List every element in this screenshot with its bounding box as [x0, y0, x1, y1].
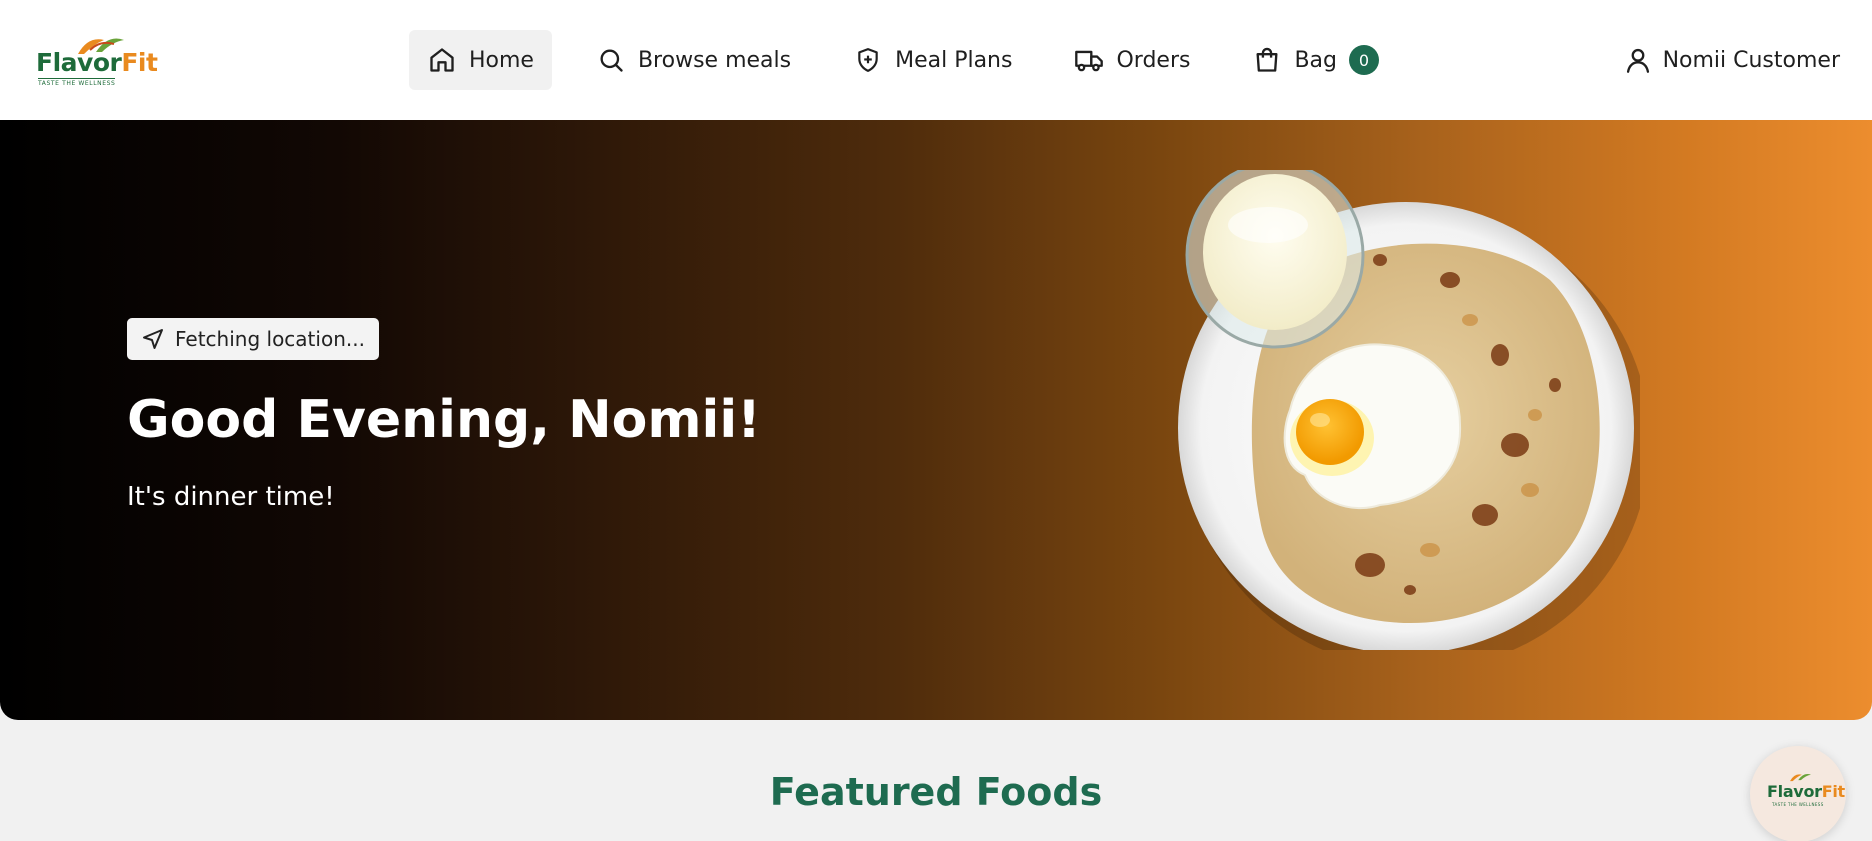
nav-label-bag: Bag	[1294, 47, 1337, 73]
fab-tagline: TASTE THE WELLNESS	[1772, 802, 1824, 807]
bag-count-badge: 0	[1349, 45, 1379, 75]
hero-food-image	[1178, 170, 1640, 650]
top-navbar: FlavorFit TASTE THE WELLNESS Home Browse…	[0, 0, 1872, 120]
nav-item-meal-plans[interactable]: Meal Plans	[835, 30, 1030, 90]
search-icon	[596, 45, 626, 75]
navigation-arrow-icon	[141, 327, 165, 351]
user-name: Nomii Customer	[1662, 47, 1840, 73]
floating-brand-button[interactable]: FlavorFit TASTE THE WELLNESS	[1750, 746, 1846, 841]
location-chip[interactable]: Fetching location...	[127, 318, 379, 360]
brand-logo[interactable]: FlavorFit TASTE THE WELLNESS	[36, 30, 158, 90]
user-icon	[1623, 45, 1653, 75]
nav-label-orders: Orders	[1116, 47, 1191, 73]
nav-item-orders[interactable]: Orders	[1056, 30, 1208, 90]
home-icon	[427, 45, 457, 75]
nav-label-meal-plans: Meal Plans	[895, 47, 1013, 73]
shield-plus-icon	[853, 45, 883, 75]
logo-wordmark: FlavorFit	[36, 48, 158, 77]
hero-subtitle: It's dinner time!	[127, 482, 335, 512]
logo-text-fit: Fit	[121, 48, 158, 77]
hero-banner: Fetching location... Good Evening, Nomii…	[0, 120, 1872, 720]
user-menu[interactable]: Nomii Customer	[1623, 30, 1840, 90]
logo-text-flavor: Flavor	[36, 48, 122, 77]
fab-wordmark: FlavorFit	[1767, 782, 1845, 801]
location-status: Fetching location...	[175, 327, 365, 351]
main-nav: Home Browse meals Meal Plans Orders Bag	[409, 30, 1423, 90]
nav-label-home: Home	[469, 47, 534, 73]
nav-item-bag[interactable]: Bag 0	[1234, 30, 1397, 90]
shopping-bag-icon	[1252, 45, 1282, 75]
logo-tagline: TASTE THE WELLNESS	[38, 78, 116, 87]
hero-greeting: Good Evening, Nomii!	[127, 390, 761, 450]
nav-label-browse-meals: Browse meals	[637, 47, 792, 73]
fab-logo-leaf-icon	[1790, 774, 1811, 782]
fab-text-fit: Fit	[1821, 782, 1845, 801]
nav-item-browse-meals[interactable]: Browse meals	[578, 30, 809, 90]
featured-foods-heading: Featured Foods	[769, 770, 1103, 814]
truck-icon	[1074, 45, 1104, 75]
nav-item-home[interactable]: Home	[409, 30, 552, 90]
fab-text-flavor: Flavor	[1767, 782, 1822, 801]
